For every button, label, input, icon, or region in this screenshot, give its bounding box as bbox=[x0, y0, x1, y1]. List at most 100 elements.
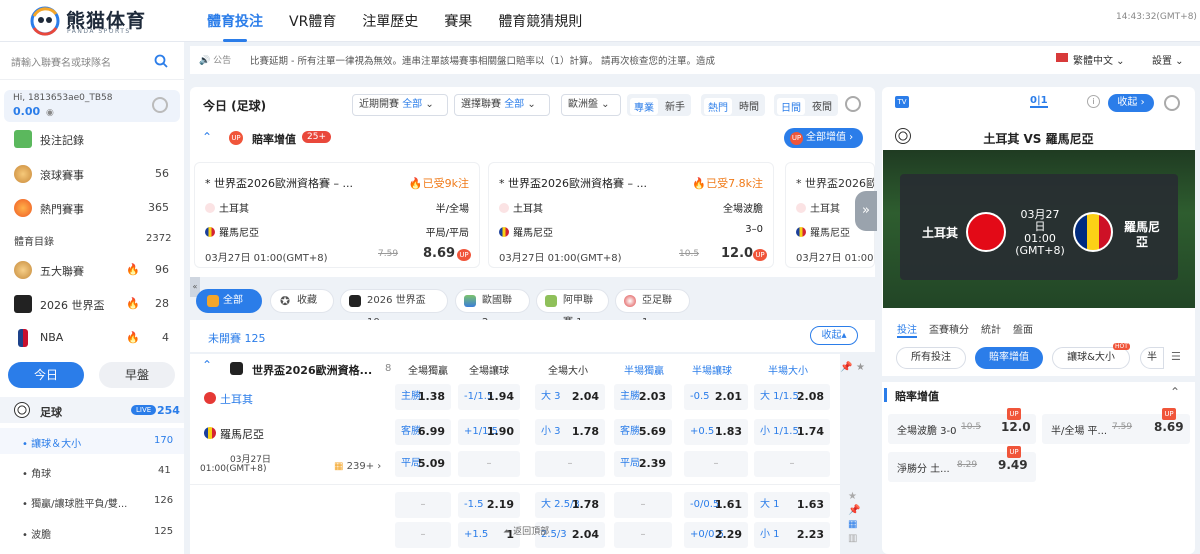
carousel-next-button[interactable]: » bbox=[855, 191, 877, 231]
language-select[interactable]: 繁體中文 ⌄ bbox=[1073, 52, 1125, 67]
odds-cell[interactable]: 平局 5.09 bbox=[395, 451, 451, 477]
collapse-button[interactable]: 收起▴ bbox=[810, 326, 858, 345]
odds-cell[interactable]: -1.5 2.19 bbox=[458, 492, 520, 518]
sidebar-item-live[interactable]: 滾球賽事 56 bbox=[0, 157, 184, 191]
boosted-odd: 12.0 bbox=[1001, 420, 1031, 434]
sidebar-item-nba[interactable]: NBA 🔥 4 bbox=[0, 321, 184, 355]
mode-novice[interactable]: 新手 bbox=[665, 98, 685, 113]
search-icon[interactable] bbox=[154, 54, 168, 68]
chip-afc[interactable]: 亞足聯 1 bbox=[615, 289, 690, 328]
chip-argentina[interactable]: 阿甲聯賽 1 bbox=[536, 289, 609, 328]
odds-cell[interactable]: +0/0.5 2.29 bbox=[684, 522, 748, 548]
account-id: Hi, 1813653ae0_TB58 bbox=[13, 93, 113, 103]
odds-cell[interactable]: 主勝 2.03 bbox=[614, 384, 672, 410]
collapse-chevron-icon[interactable]: ⌃ bbox=[202, 130, 212, 144]
league-filter[interactable]: 選擇聯賽 全部 ⌄ bbox=[454, 94, 550, 116]
nav-results[interactable]: 賽果 bbox=[444, 11, 472, 31]
scoreboard-icon[interactable]: 0|1 bbox=[1030, 95, 1048, 108]
odds-cell[interactable]: +1/1.5 1.90 bbox=[458, 419, 520, 445]
theme-night[interactable]: 夜間 bbox=[812, 98, 832, 113]
stats-icon[interactable]: ▦ bbox=[848, 518, 860, 532]
boost-card[interactable]: * 世界盃2026歐洲資格賽 – ... 🔥已受7.8k注 土耳其 全場波膽 羅… bbox=[488, 162, 774, 268]
collapse-chevron-icon[interactable]: ⌃ bbox=[202, 358, 212, 372]
chevron-up-icon[interactable]: ⌃ bbox=[1170, 385, 1180, 399]
sidebar-item-worldcup[interactable]: 2026 世界盃 🔥 28 bbox=[0, 287, 184, 321]
rp-tab-bet[interactable]: 投注 bbox=[897, 321, 917, 338]
theme-day[interactable]: 日間 bbox=[777, 98, 805, 115]
odds-cell[interactable]: -0/0.5 1.61 bbox=[684, 492, 748, 518]
sport-count: 254 bbox=[157, 404, 180, 417]
all-boost-button[interactable]: UP 全部增值 › bbox=[784, 128, 864, 148]
sub-item-corners[interactable]: • 角球 bbox=[22, 465, 51, 480]
today-button[interactable]: 今日 bbox=[8, 362, 84, 388]
odds-cell[interactable]: 大 1 1.63 bbox=[754, 492, 830, 518]
panel-collapse-button[interactable]: 收起 › bbox=[1108, 94, 1154, 112]
more-markets-link[interactable]: ▦ 239+ › bbox=[334, 461, 381, 472]
start-time-filter[interactable]: 近期開賽 全部 ⌄ bbox=[352, 94, 448, 116]
rp-tab-board[interactable]: 盤面 bbox=[1013, 321, 1033, 336]
chip-worldcup[interactable]: 2026 世界盃 10 bbox=[340, 289, 448, 328]
nav-bet-history[interactable]: 注單歷史 bbox=[362, 11, 418, 31]
sidebar-item-hot[interactable]: 熱門賽事 365 bbox=[0, 191, 184, 225]
nav-rules[interactable]: 體育競猜規則 bbox=[498, 11, 582, 31]
sub-item-1x2[interactable]: • 獨贏/讓球胜平負/雙... bbox=[22, 495, 127, 510]
list-sort-icon[interactable]: ☰ bbox=[1171, 350, 1181, 363]
chip-favorites[interactable]: ✪ 收藏 bbox=[270, 289, 334, 313]
boost-card[interactable]: * 世界盃2026歐洲資格賽 – ... 🔥已受9k注 土耳其 半/全場 羅馬尼… bbox=[194, 162, 480, 268]
mode-pro[interactable]: 專業 bbox=[630, 98, 658, 115]
chart-icon[interactable]: ▥ bbox=[848, 532, 860, 546]
sort-hot[interactable]: 熱門 bbox=[704, 98, 732, 115]
odds-format-select[interactable]: 歐洲盤 ⌄ bbox=[561, 94, 621, 116]
search-input[interactable]: 請輸入聯賽名或球隊名 bbox=[11, 54, 111, 69]
star-icon[interactable]: ★ bbox=[856, 362, 865, 373]
odds-cell[interactable]: -0.5 2.01 bbox=[684, 384, 748, 410]
sub-item-correct-score[interactable]: • 波膽 bbox=[22, 526, 51, 541]
odds-cell[interactable]: 大 3 2.04 bbox=[535, 384, 605, 410]
chip-all[interactable]: 全部 bbox=[196, 289, 262, 313]
pin-icon[interactable]: 📌 bbox=[840, 362, 852, 373]
nav-vr-sports[interactable]: VR體育 bbox=[289, 11, 336, 31]
odds-line: 平局 bbox=[620, 458, 640, 469]
eye-icon[interactable]: ◉ bbox=[46, 108, 54, 118]
panda-logo-icon[interactable] bbox=[28, 6, 62, 36]
odds-cell[interactable]: 小 1/1.5 1.74 bbox=[754, 419, 830, 445]
rp-tab-stats[interactable]: 統計 bbox=[981, 321, 1001, 336]
away-team[interactable]: 羅馬尼亞 bbox=[204, 426, 264, 442]
rp-filter-handicap[interactable]: 讓球&大小 bbox=[1052, 347, 1130, 369]
home-team[interactable]: 土耳其 bbox=[204, 391, 253, 407]
odds-cell[interactable]: 小 1 2.23 bbox=[754, 522, 830, 548]
refresh-icon[interactable] bbox=[152, 97, 168, 113]
settings-button[interactable]: 設置 ⌄ bbox=[1152, 52, 1184, 67]
refresh-icon[interactable] bbox=[1164, 95, 1180, 111]
rp-tab-cup-standings[interactable]: 盃賽積分 bbox=[929, 321, 969, 336]
rp-filter-more[interactable]: 半 bbox=[1140, 347, 1164, 369]
odds-cell[interactable]: -1/1.5 1.94 bbox=[458, 384, 520, 410]
odds-cell[interactable]: 客勝 6.99 bbox=[395, 419, 451, 445]
rp-filter-all[interactable]: 所有投注 bbox=[896, 347, 966, 369]
sidebar-item-bet-records[interactable]: 投注記錄 bbox=[0, 122, 184, 156]
sidebar-item-top5[interactable]: 五大聯賽 🔥 96 bbox=[0, 253, 184, 287]
rp-filter-boost[interactable]: 賠率增值 bbox=[975, 347, 1043, 369]
refresh-icon[interactable] bbox=[845, 96, 861, 112]
pin-icon[interactable]: 📌 bbox=[848, 504, 860, 518]
turkey-flag-icon bbox=[966, 212, 1006, 252]
early-button[interactable]: 早盤 bbox=[99, 362, 175, 388]
info-icon[interactable]: i bbox=[1087, 95, 1100, 108]
odds-cell[interactable]: 平局 2.39 bbox=[614, 451, 672, 477]
nations-league-icon bbox=[464, 295, 476, 307]
odds-cell[interactable]: 大 2.5/3 1.78 bbox=[535, 492, 605, 518]
tv-icon[interactable]: TV bbox=[895, 96, 909, 108]
nav-sports-betting[interactable]: 體育投注 bbox=[207, 11, 263, 42]
odds-cell[interactable]: +0.5 1.83 bbox=[684, 419, 748, 445]
star-icon[interactable]: ★ bbox=[848, 490, 860, 504]
odds-value: 2.08 bbox=[796, 390, 824, 403]
back-to-top-button[interactable]: ⏶ 返回頂部 bbox=[503, 524, 549, 537]
rp-section-title: 賠率增值 bbox=[895, 390, 939, 403]
odds-cell[interactable]: 小 3 1.78 bbox=[535, 419, 605, 445]
sort-time[interactable]: 時間 bbox=[739, 98, 759, 113]
odds-cell[interactable]: 客勝 5.69 bbox=[614, 419, 672, 445]
odds-cell: – bbox=[754, 451, 830, 477]
odds-cell[interactable]: 主勝 1.38 bbox=[395, 384, 451, 410]
odds-cell[interactable]: 大 1/1.5 2.08 bbox=[754, 384, 830, 410]
chip-nations-league[interactable]: 歐國聯 2 bbox=[455, 289, 530, 328]
